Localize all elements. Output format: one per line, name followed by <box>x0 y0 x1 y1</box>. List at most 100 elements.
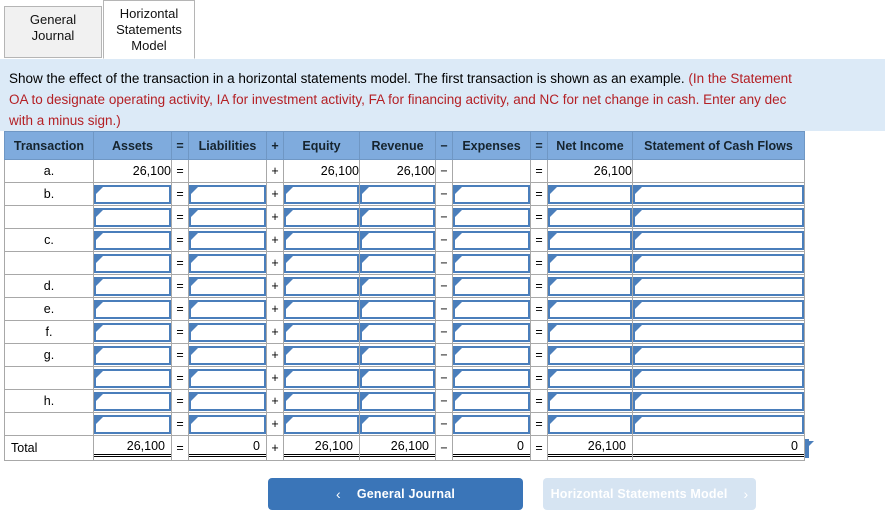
input-cell-liabilities[interactable] <box>188 228 267 252</box>
input-assets[interactable] <box>94 184 171 204</box>
input-cell-net-income[interactable] <box>547 412 633 436</box>
input-cell-statement-of-cash-flows[interactable] <box>632 366 805 390</box>
input-revenue[interactable] <box>360 391 435 411</box>
input-equity[interactable] <box>284 207 359 227</box>
input-statement-of-cash-flows[interactable] <box>633 253 804 273</box>
input-statement-of-cash-flows[interactable] <box>633 207 804 227</box>
input-cell-expenses[interactable] <box>452 389 531 413</box>
input-cell-statement-of-cash-flows[interactable] <box>632 412 805 436</box>
input-assets[interactable] <box>94 253 171 273</box>
input-cell-equity[interactable] <box>283 412 360 436</box>
input-cell-statement-of-cash-flows[interactable] <box>632 343 805 367</box>
input-assets[interactable] <box>94 207 171 227</box>
input-cell-net-income[interactable] <box>547 366 633 390</box>
input-statement-of-cash-flows[interactable] <box>633 345 804 365</box>
input-cell-liabilities[interactable] <box>188 366 267 390</box>
input-cell-assets[interactable] <box>93 251 172 275</box>
input-net-income[interactable] <box>548 230 632 250</box>
input-cell-expenses[interactable] <box>452 251 531 275</box>
input-liabilities[interactable] <box>189 391 266 411</box>
input-statement-of-cash-flows[interactable] <box>633 391 804 411</box>
input-cell-equity[interactable] <box>283 205 360 229</box>
input-cell-statement-of-cash-flows[interactable] <box>632 182 805 206</box>
tab-general-journal[interactable]: General Journal <box>4 6 102 58</box>
input-cell-expenses[interactable] <box>452 412 531 436</box>
input-cell-equity[interactable] <box>283 297 360 321</box>
input-revenue[interactable] <box>360 207 435 227</box>
input-cell-expenses[interactable] <box>452 320 531 344</box>
input-cell-liabilities[interactable] <box>188 389 267 413</box>
input-cell-statement-of-cash-flows[interactable] <box>632 274 805 298</box>
input-liabilities[interactable] <box>189 299 266 319</box>
input-cell-net-income[interactable] <box>547 205 633 229</box>
input-cell-revenue[interactable] <box>359 274 436 298</box>
input-cell-net-income[interactable] <box>547 228 633 252</box>
input-cell-statement-of-cash-flows[interactable] <box>632 251 805 275</box>
input-cell-net-income[interactable] <box>547 297 633 321</box>
input-cell-equity[interactable] <box>283 366 360 390</box>
input-cell-revenue[interactable] <box>359 182 436 206</box>
input-statement-of-cash-flows[interactable] <box>633 230 804 250</box>
input-equity[interactable] <box>284 345 359 365</box>
input-assets[interactable] <box>94 345 171 365</box>
input-cell-liabilities[interactable] <box>188 274 267 298</box>
input-cell-expenses[interactable] <box>452 228 531 252</box>
input-cell-statement-of-cash-flows[interactable] <box>632 297 805 321</box>
input-revenue[interactable] <box>360 230 435 250</box>
input-assets[interactable] <box>94 299 171 319</box>
input-net-income[interactable] <box>548 368 632 388</box>
input-cell-equity[interactable] <box>283 228 360 252</box>
input-cell-expenses[interactable] <box>452 205 531 229</box>
input-cell-assets[interactable] <box>93 182 172 206</box>
input-cell-assets[interactable] <box>93 297 172 321</box>
input-statement-of-cash-flows[interactable] <box>633 322 804 342</box>
input-liabilities[interactable] <box>189 345 266 365</box>
input-cell-assets[interactable] <box>93 366 172 390</box>
input-cell-assets[interactable] <box>93 343 172 367</box>
input-equity[interactable] <box>284 230 359 250</box>
tab-horizontal-statements-model[interactable]: Horizontal Statements Model <box>103 0 195 59</box>
input-statement-of-cash-flows[interactable] <box>633 276 804 296</box>
input-cell-expenses[interactable] <box>452 343 531 367</box>
input-cell-expenses[interactable] <box>452 274 531 298</box>
total-input-statement-of-cash-flows[interactable] <box>805 438 814 458</box>
input-statement-of-cash-flows[interactable] <box>633 368 804 388</box>
input-cell-assets[interactable] <box>93 389 172 413</box>
input-liabilities[interactable] <box>189 184 266 204</box>
input-cell-assets[interactable] <box>93 412 172 436</box>
input-expenses[interactable] <box>453 207 530 227</box>
input-expenses[interactable] <box>453 230 530 250</box>
input-cell-expenses[interactable] <box>452 182 531 206</box>
input-liabilities[interactable] <box>189 207 266 227</box>
input-revenue[interactable] <box>360 322 435 342</box>
input-assets[interactable] <box>94 276 171 296</box>
input-cell-statement-of-cash-flows[interactable] <box>632 205 805 229</box>
input-assets[interactable] <box>94 368 171 388</box>
input-net-income[interactable] <box>548 253 632 273</box>
input-net-income[interactable] <box>548 391 632 411</box>
input-equity[interactable] <box>284 184 359 204</box>
input-liabilities[interactable] <box>189 230 266 250</box>
input-cell-net-income[interactable] <box>547 343 633 367</box>
input-revenue[interactable] <box>360 299 435 319</box>
input-cell-expenses[interactable] <box>452 297 531 321</box>
input-liabilities[interactable] <box>189 276 266 296</box>
input-revenue[interactable] <box>360 368 435 388</box>
input-liabilities[interactable] <box>189 322 266 342</box>
input-liabilities[interactable] <box>189 253 266 273</box>
input-cell-liabilities[interactable] <box>188 343 267 367</box>
input-cell-expenses[interactable] <box>452 366 531 390</box>
input-equity[interactable] <box>284 414 359 434</box>
input-equity[interactable] <box>284 322 359 342</box>
input-equity[interactable] <box>284 276 359 296</box>
input-cell-revenue[interactable] <box>359 389 436 413</box>
input-cell-liabilities[interactable] <box>188 182 267 206</box>
input-expenses[interactable] <box>453 253 530 273</box>
input-cell-revenue[interactable] <box>359 205 436 229</box>
input-net-income[interactable] <box>548 299 632 319</box>
input-cell-statement-of-cash-flows[interactable] <box>632 389 805 413</box>
input-cell-assets[interactable] <box>93 205 172 229</box>
input-cell-revenue[interactable] <box>359 297 436 321</box>
input-cell-revenue[interactable] <box>359 251 436 275</box>
input-cell-equity[interactable] <box>283 389 360 413</box>
